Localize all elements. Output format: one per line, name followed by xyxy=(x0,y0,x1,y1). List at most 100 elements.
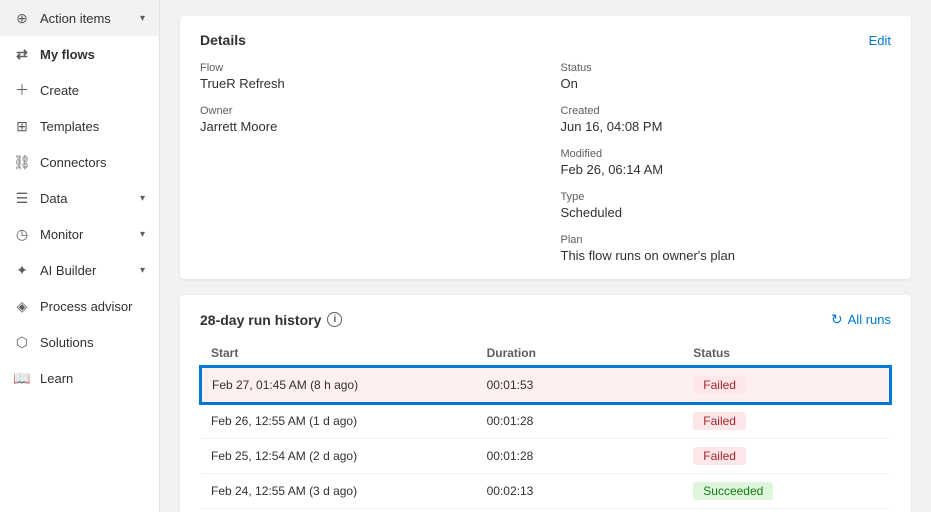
cell-status: Failed xyxy=(683,439,890,474)
table-row[interactable]: Feb 24, 12:55 AM (3 d ago)00:02:13 Succee… xyxy=(201,474,890,509)
sidebar-item-ai-builder[interactable]: ✦ AI Builder ▾ xyxy=(0,252,159,288)
action-items-icon: ⊕ xyxy=(14,10,30,26)
status-badge: Failed xyxy=(693,412,746,430)
cell-duration: 00:01:28 xyxy=(477,403,684,439)
col-header-duration: Duration xyxy=(477,340,684,367)
refresh-icon: ↻ xyxy=(831,311,843,328)
sidebar-item-data[interactable]: ☰ Data ▾ xyxy=(0,180,159,216)
status-badge: Failed xyxy=(693,447,746,465)
sidebar-item-label: Create xyxy=(40,83,79,98)
cell-duration: 00:02:13 xyxy=(477,474,684,509)
sidebar-item-label: Monitor xyxy=(40,227,83,242)
type-label: Type xyxy=(561,191,892,203)
created-field: Created Jun 16, 04:08 PM xyxy=(561,105,892,134)
details-card: Details Edit Flow TrueR Refresh Status O… xyxy=(180,16,911,279)
status-value: On xyxy=(561,76,892,91)
cell-status: Failed xyxy=(683,367,890,403)
sidebar-item-label: Data xyxy=(40,191,67,206)
cell-start: Feb 26, 12:55 AM (1 d ago) xyxy=(201,403,477,439)
sidebar-item-label: Solutions xyxy=(40,335,93,350)
chevron-down-icon: ▾ xyxy=(140,229,145,240)
flow-field: Flow TrueR Refresh xyxy=(200,62,531,91)
info-icon[interactable]: i xyxy=(327,312,342,327)
table-row[interactable]: Feb 25, 12:54 AM (2 d ago)00:01:28 Failed xyxy=(201,439,890,474)
sidebar-item-label: Action items xyxy=(40,11,111,26)
connectors-icon: ⛓ xyxy=(14,154,30,170)
all-runs-label: All runs xyxy=(848,312,891,327)
created-label: Created xyxy=(561,105,892,117)
table-row[interactable]: Feb 26, 12:55 AM (1 d ago)00:01:28 Failed xyxy=(201,403,890,439)
status-badge: Succeeded xyxy=(693,482,773,500)
sidebar-item-create[interactable]: ＋ Create xyxy=(0,72,159,108)
sidebar: ⊕ Action items ▾ ⇄ My flows ＋ Create ⊞ T… xyxy=(0,0,160,512)
modified-label: Modified xyxy=(561,148,892,160)
process-advisor-icon: ◈ xyxy=(14,298,30,314)
sidebar-item-label: Connectors xyxy=(40,155,106,170)
type-value: Scheduled xyxy=(561,205,892,220)
status-label: Status xyxy=(561,62,892,74)
cell-status: Succeeded xyxy=(683,474,890,509)
status-field: Status On xyxy=(561,62,892,91)
table-header: Start Duration Status xyxy=(201,340,890,367)
sidebar-item-label: AI Builder xyxy=(40,263,96,278)
run-history-card: 28-day run history i ↻ All runs Start Du… xyxy=(180,295,911,512)
solutions-icon: ⬡ xyxy=(14,334,30,350)
flow-value: TrueR Refresh xyxy=(200,76,531,91)
monitor-icon: ◷ xyxy=(14,226,30,242)
cell-start: Feb 24, 12:55 AM (3 d ago) xyxy=(201,474,477,509)
details-title: Details xyxy=(200,32,246,48)
owner-value: Jarrett Moore xyxy=(200,119,531,134)
sidebar-item-action-items[interactable]: ⊕ Action items ▾ xyxy=(0,0,159,36)
my-flows-icon: ⇄ xyxy=(14,46,30,62)
owner-field: Owner Jarrett Moore xyxy=(200,105,531,134)
history-title-text: 28-day run history xyxy=(200,312,321,328)
col-header-status: Status xyxy=(683,340,890,367)
all-runs-button[interactable]: ↻ All runs xyxy=(831,311,891,328)
edit-button[interactable]: Edit xyxy=(869,33,891,48)
cell-duration: 00:01:53 xyxy=(477,367,684,403)
cell-duration: 01:29:41 xyxy=(477,509,684,512)
plan-value: This flow runs on owner's plan xyxy=(561,248,892,263)
flow-label: Flow xyxy=(200,62,531,74)
owner-label: Owner xyxy=(200,105,531,117)
templates-icon: ⊞ xyxy=(14,118,30,134)
cell-start: Feb 27, 01:45 AM (8 h ago) xyxy=(201,367,477,403)
sidebar-item-label: Learn xyxy=(40,371,73,386)
chevron-down-icon: ▾ xyxy=(140,265,145,276)
modified-field: Modified Feb 26, 06:14 AM xyxy=(561,148,892,177)
history-header: 28-day run history i ↻ All runs xyxy=(200,311,891,328)
status-badge: Failed xyxy=(693,376,746,394)
sidebar-item-templates[interactable]: ⊞ Templates xyxy=(0,108,159,144)
sidebar-item-connectors[interactable]: ⛓ Connectors xyxy=(0,144,159,180)
col-header-start: Start xyxy=(201,340,477,367)
cell-duration: 00:01:28 xyxy=(477,439,684,474)
data-icon: ☰ xyxy=(14,190,30,206)
created-value: Jun 16, 04:08 PM xyxy=(561,119,892,134)
table-body: Feb 27, 01:45 AM (8 h ago)00:01:53 Failed… xyxy=(201,367,890,512)
details-header: Details Edit xyxy=(200,32,891,48)
run-table: Start Duration Status Feb 27, 01:45 AM (… xyxy=(200,340,891,512)
history-title: 28-day run history i xyxy=(200,312,342,328)
sidebar-item-process-advisor[interactable]: ◈ Process advisor xyxy=(0,288,159,324)
plan-field: Plan This flow runs on owner's plan xyxy=(561,234,892,263)
sidebar-item-my-flows[interactable]: ⇄ My flows xyxy=(0,36,159,72)
sidebar-item-solutions[interactable]: ⬡ Solutions xyxy=(0,324,159,360)
sidebar-item-label: My flows xyxy=(40,47,95,62)
type-field: Type Scheduled xyxy=(561,191,892,220)
sidebar-item-label: Templates xyxy=(40,119,99,134)
plan-label: Plan xyxy=(561,234,892,246)
sidebar-item-label: Process advisor xyxy=(40,299,132,314)
table-row[interactable]: Feb 23, 12:55 AM (4 d ago)01:29:41Failed xyxy=(201,509,890,512)
details-grid: Flow TrueR Refresh Status On Owner Jarre… xyxy=(200,62,891,263)
table-row[interactable]: Feb 27, 01:45 AM (8 h ago)00:01:53 Failed xyxy=(201,367,890,403)
learn-icon: 📖 xyxy=(14,370,30,386)
sidebar-item-monitor[interactable]: ◷ Monitor ▾ xyxy=(0,216,159,252)
sidebar-item-learn[interactable]: 📖 Learn xyxy=(0,360,159,396)
cell-start: Feb 25, 12:54 AM (2 d ago) xyxy=(201,439,477,474)
chevron-down-icon: ▾ xyxy=(140,13,145,24)
cell-status: Failed xyxy=(683,509,890,512)
ai-builder-icon: ✦ xyxy=(14,262,30,278)
chevron-down-icon: ▾ xyxy=(140,193,145,204)
main-content: Details Edit Flow TrueR Refresh Status O… xyxy=(160,0,931,512)
cell-status: Failed xyxy=(683,403,890,439)
